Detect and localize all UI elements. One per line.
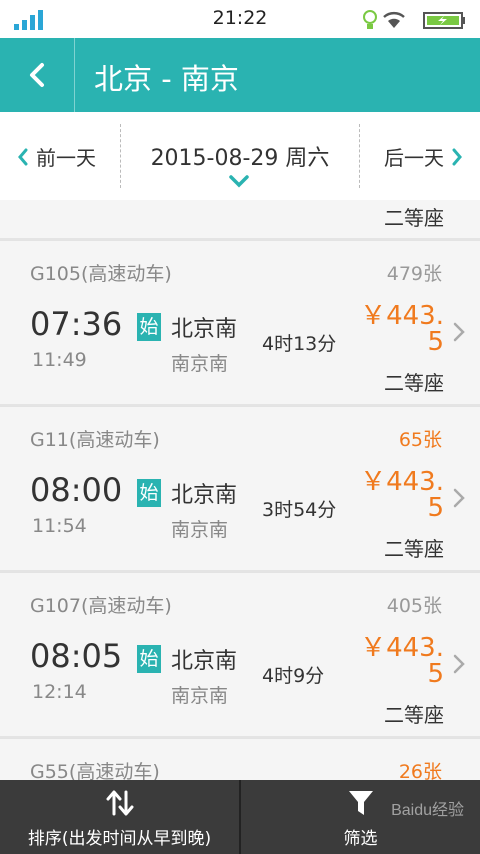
sort-button[interactable]: 排序(出发时间从早到晚)	[0, 780, 239, 854]
train-number: G11(高速动车)	[30, 429, 160, 451]
chevron-right-icon	[453, 322, 465, 342]
status-bar: 21:22	[0, 0, 480, 38]
train-number: G55(高速动车)	[30, 761, 160, 780]
filter-label: 筛选	[343, 829, 378, 849]
wifi-icon	[383, 12, 405, 28]
chevron-right-icon	[452, 148, 462, 165]
chevron-right-icon	[453, 488, 465, 508]
train-row[interactable]: G55(高速动车) 26张	[0, 738, 480, 780]
next-day-label: 后一天	[384, 146, 444, 170]
price-decimal: 5	[427, 493, 444, 523]
battery-icon	[423, 12, 465, 29]
arrive-time: 11:54	[32, 515, 87, 537]
depart-time: 08:05	[30, 637, 123, 675]
chevron-right-icon	[453, 654, 465, 674]
seat-type: 二等座	[384, 703, 444, 727]
sort-icon	[106, 790, 133, 816]
chevron-down-icon[interactable]	[228, 174, 250, 188]
duration: 4时9分	[262, 665, 325, 687]
to-station: 南京南	[171, 353, 229, 375]
bottom-bar: 排序(出发时间从早到晚) 筛选 Baidu经验	[0, 780, 480, 854]
prev-day-label: 前一天	[36, 146, 96, 170]
origin-badge: 始	[137, 313, 161, 341]
duration: 4时13分	[262, 333, 337, 355]
bulb-icon	[363, 10, 377, 29]
train-row[interactable]: G11(高速动车) 65张 08:00 11:54 始 北京南 南京南 3时54…	[0, 406, 480, 571]
watermark: Baidu经验	[391, 802, 464, 819]
train-list[interactable]: 二等座 G105(高速动车) 479张 07:36 11:49 始 北京南 南京…	[0, 200, 480, 780]
arrive-time: 12:14	[32, 681, 87, 703]
prev-day-button[interactable]: 前一天	[16, 142, 96, 171]
chevron-left-icon	[18, 148, 28, 165]
origin-badge: 始	[137, 645, 161, 673]
list-item[interactable]: 二等座	[0, 200, 480, 238]
train-number: G105(高速动车)	[30, 263, 172, 285]
from-station: 北京南	[171, 483, 238, 508]
seat-type: 二等座	[384, 537, 444, 561]
duration: 3时54分	[262, 499, 337, 521]
origin-badge: 始	[137, 479, 161, 507]
price-decimal: 5	[427, 327, 444, 357]
to-station: 南京南	[171, 519, 229, 541]
to-station: 南京南	[171, 685, 229, 707]
seats-left: 479张	[386, 263, 442, 285]
title-bar: 北京 - 南京	[0, 38, 480, 112]
train-row[interactable]: G107(高速动车) 405张 08:05 12:14 始 北京南 南京南 4时…	[0, 572, 480, 737]
seats-left: 26张	[398, 761, 442, 780]
arrive-time: 11:49	[32, 349, 87, 371]
back-button[interactable]	[0, 38, 74, 112]
date-bar: 前一天 2015-08-29 周六 后一天	[0, 112, 480, 201]
depart-time: 08:00	[30, 471, 123, 509]
price-decimal: 5	[427, 659, 444, 689]
from-station: 北京南	[171, 317, 238, 342]
depart-time: 07:36	[30, 305, 123, 343]
filter-button[interactable]: 筛选 Baidu经验	[241, 780, 480, 854]
train-row[interactable]: G105(高速动车) 479张 07:36 11:49 始 北京南 南京南 4时…	[0, 240, 480, 405]
train-number: G107(高速动车)	[30, 595, 172, 617]
seats-left: 405张	[386, 595, 442, 617]
next-day-button[interactable]: 后一天	[384, 142, 464, 171]
current-date[interactable]: 2015-08-29 周六	[121, 140, 359, 172]
filter-icon	[348, 791, 373, 815]
page-title: 北京 - 南京	[94, 62, 239, 96]
seats-left: 65张	[398, 429, 442, 451]
title-divider	[74, 38, 75, 112]
sort-label: 排序(出发时间从早到晚)	[27, 829, 212, 849]
divider	[359, 124, 360, 188]
chevron-left-icon	[30, 63, 44, 87]
seat-type: 二等座	[384, 206, 444, 230]
seat-type: 二等座	[384, 371, 444, 395]
from-station: 北京南	[171, 649, 238, 674]
status-icons	[363, 10, 465, 29]
